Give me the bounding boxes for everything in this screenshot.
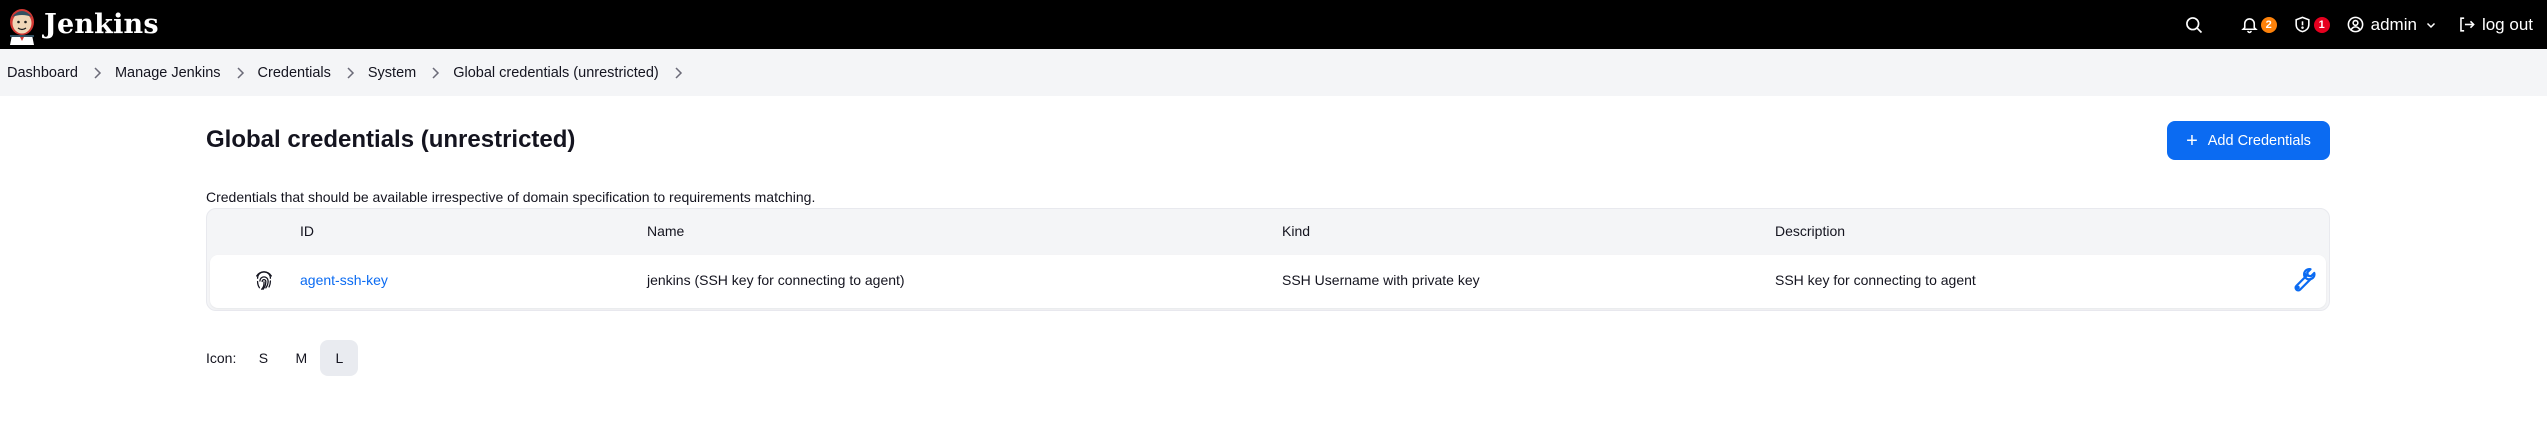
icon-size-label: Icon: [206, 350, 237, 366]
icon-size-large-button[interactable]: L [320, 340, 359, 376]
credentials-table: ID Name Kind Description agent-ssh-key j… [206, 208, 2330, 311]
chevron-right-icon [346, 66, 355, 79]
logout-icon [2460, 17, 2475, 32]
column-header-kind[interactable]: Kind [1282, 223, 1310, 239]
jenkins-logo-icon [10, 8, 34, 45]
breadcrumb-system[interactable]: System [368, 65, 416, 81]
logout-button[interactable]: log out [2445, 0, 2547, 49]
breadcrumb-manage-jenkins[interactable]: Manage Jenkins [115, 65, 221, 81]
icon-size-switcher: Icon: S M L [206, 340, 359, 376]
search-button[interactable] [2174, 0, 2228, 49]
plus-icon: + [2186, 129, 2198, 152]
add-credentials-label: Add Credentials [2207, 132, 2311, 149]
search-icon [2185, 16, 2202, 33]
security-button[interactable]: 1 [2285, 0, 2338, 49]
credential-kind: SSH Username with private key [1282, 272, 1480, 288]
credential-name: jenkins (SSH key for connecting to agent… [647, 272, 905, 288]
chevron-right-icon [93, 66, 102, 79]
user-menu[interactable]: admin [2338, 0, 2445, 49]
security-badge: 1 [2313, 16, 2330, 33]
notifications-badge: 2 [2260, 16, 2277, 33]
column-header-id[interactable]: ID [300, 223, 314, 239]
credential-id-link[interactable]: agent-ssh-key [300, 272, 388, 288]
icon-size-medium-button[interactable]: M [282, 340, 320, 376]
brand-name: Jenkins [44, 9, 159, 40]
user-icon [2347, 16, 2364, 33]
page-title: Global credentials (unrestricted) [206, 126, 576, 153]
chevron-right-icon [236, 66, 245, 79]
wrench-icon[interactable] [2286, 265, 2316, 295]
fingerprint-icon [256, 271, 272, 290]
logout-label: log out [2481, 14, 2533, 34]
credential-description: SSH key for connecting to agent [1775, 272, 1976, 288]
table-row: agent-ssh-key jenkins (SSH key for conne… [210, 255, 2326, 308]
column-header-description[interactable]: Description [1775, 223, 1845, 239]
breadcrumb-global-credentials[interactable]: Global credentials (unrestricted) [453, 65, 659, 81]
chevron-right-icon [431, 66, 440, 79]
column-header-name[interactable]: Name [647, 223, 684, 239]
page-description: Credentials that should be available irr… [206, 189, 816, 205]
breadcrumb: Dashboard Manage Jenkins Credentials Sys… [0, 49, 2547, 96]
bell-icon [2240, 18, 2258, 34]
breadcrumb-credentials[interactable]: Credentials [258, 65, 331, 81]
shield-icon [2295, 16, 2310, 33]
notifications-button[interactable]: 2 [2228, 0, 2285, 49]
jenkins-home-link[interactable]: Jenkins [6, 0, 159, 49]
icon-size-small-button[interactable]: S [244, 340, 282, 376]
add-credentials-button[interactable]: + Add Credentials [2167, 121, 2330, 160]
top-header: Jenkins 2 1 admin log out [0, 0, 2547, 49]
breadcrumb-dashboard[interactable]: Dashboard [7, 65, 78, 81]
user-name: admin [2370, 14, 2417, 34]
chevron-right-icon[interactable] [674, 66, 683, 79]
chevron-down-icon [2426, 22, 2435, 28]
